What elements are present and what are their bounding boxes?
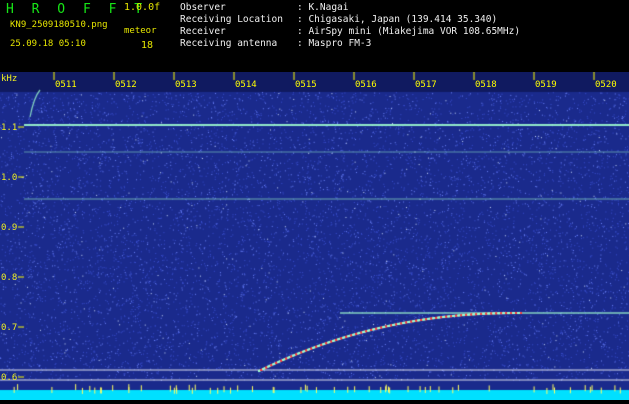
y-tick-label: 0.6 (1, 373, 18, 383)
location-label: Receiving Location (180, 14, 283, 25)
time-tick-label: 0512 (115, 80, 137, 90)
status-word: meteor (124, 26, 157, 36)
receiver-value: : AirSpy mini (Miakejima VOR 108.65MHz) (297, 26, 521, 37)
y-axis-unit: kHz (1, 74, 18, 84)
y-tick-label: 0.8 (1, 273, 18, 283)
y-tick-label: 0.7 (1, 323, 18, 333)
date-time: 25.09.18 05:10 (10, 39, 86, 49)
time-tick-label: 0515 (295, 80, 317, 90)
observer-value: : K.Nagai (297, 2, 349, 13)
version-label: 1.0.0f (124, 2, 161, 13)
time-tick-label: 0514 (235, 80, 257, 90)
header-panel: H R O F F T 1.0.0f KN9_2509180510.png 25… (0, 0, 629, 72)
antenna-label: Receiving antenna (180, 38, 278, 49)
time-tick-label: 0517 (415, 80, 437, 90)
meteor-count: 18 (141, 40, 154, 51)
time-tick-label: 0511 (55, 80, 77, 90)
receiver-label: Receiver (180, 26, 226, 37)
file-name: KN9_2509180510.png (10, 20, 108, 30)
time-tick-label: 0513 (175, 80, 197, 90)
y-tick-label: 1.1 (1, 123, 18, 133)
antenna-value: : Maspro FM-3 (297, 38, 372, 49)
time-tick-label: 0519 (535, 80, 557, 90)
time-tick-label: 0518 (475, 80, 497, 90)
spectrogram-panel: kHz 1.1 1.0 0.9 0.8 0.7 0.6 0511 0512 05… (0, 72, 629, 400)
location-value: : Chigasaki, Japan (139.414 35.340) (297, 14, 498, 25)
y-tick-label: 1.0 (1, 173, 18, 183)
observer-label: Observer (180, 2, 226, 13)
time-tick-label: 0520 (595, 80, 617, 90)
spectrogram-canvas (0, 72, 629, 400)
time-tick-label: 0516 (355, 80, 377, 90)
y-tick-label: 0.9 (1, 223, 18, 233)
